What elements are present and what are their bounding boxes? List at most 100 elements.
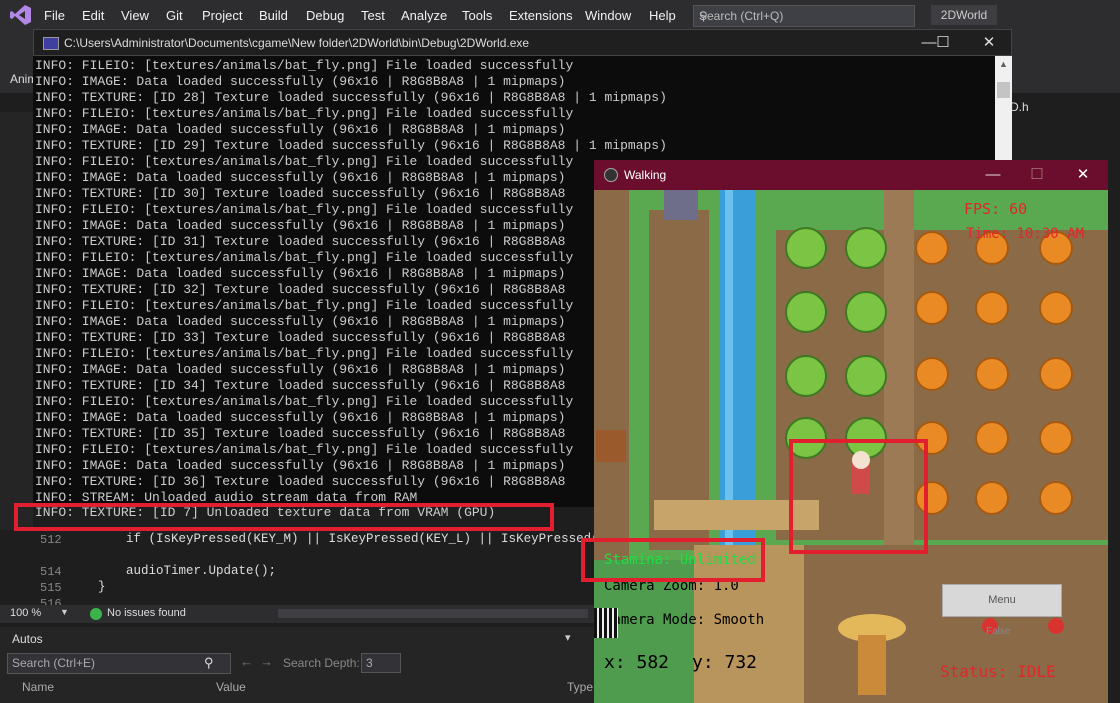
- game-title: Walking: [624, 168, 667, 182]
- fps-counter: FPS: 60: [964, 200, 1028, 218]
- scroll-thumb[interactable]: [997, 82, 1010, 98]
- scroll-up-arrow-icon[interactable]: ▲: [995, 56, 1012, 73]
- code-line: }: [98, 580, 106, 594]
- console-line: INFO: TEXTURE: [ID 32] Texture loaded su…: [35, 282, 566, 297]
- console-line: INFO: IMAGE: Data loaded successfully (9…: [35, 266, 566, 281]
- line-number: 514: [40, 565, 62, 579]
- minimize-button[interactable]: —: [978, 165, 1008, 185]
- console-line: INFO: FILEIO: [textures/animals/bat_fly.…: [35, 442, 574, 457]
- code-line: audioTimer.Update();: [126, 564, 277, 578]
- autos-search-placeholder: Search (Ctrl+E): [12, 656, 96, 670]
- horizontal-scrollbar[interactable]: [278, 609, 588, 618]
- position-y: y: 732: [692, 652, 758, 673]
- forward-arrow-icon[interactable]: →: [260, 654, 273, 669]
- menu-item-extensions[interactable]: Extensions: [509, 8, 573, 23]
- console-line: INFO: TEXTURE: [ID 31] Texture loaded su…: [35, 234, 566, 249]
- menu-button[interactable]: Menu: [942, 584, 1062, 617]
- false-label: False: [986, 626, 1011, 637]
- console-line: INFO: IMAGE: Data loaded successfully (9…: [35, 362, 566, 377]
- menu-item-tools[interactable]: Tools: [462, 8, 492, 23]
- menu-item-view[interactable]: View: [121, 8, 149, 23]
- pin-icon[interactable]: ▾: [565, 631, 571, 644]
- menu-item-debug[interactable]: Debug: [306, 8, 344, 23]
- close-button[interactable]: ✕: [974, 33, 1004, 53]
- console-line: INFO: FILEIO: [textures/animals/bat_fly.…: [35, 346, 574, 361]
- console-lines: INFO: FILEIO: [textures/animals/bat_fly.…: [35, 58, 667, 506]
- console-line: INFO: IMAGE: Data loaded successfully (9…: [35, 170, 566, 185]
- vs-search-box[interactable]: Search (Ctrl+Q) ⚲: [693, 5, 915, 27]
- game-titlebar[interactable]: Walking — ☐ ✕: [594, 160, 1108, 190]
- maximize-button[interactable]: ☐: [928, 33, 958, 53]
- console-title: C:\Users\Administrator\Documents\cgame\N…: [64, 36, 530, 50]
- right-editor-strip: [1012, 112, 1120, 160]
- code-editor[interactable]: 512 if (IsKeyPressed(KEY_M) || IsKeyPres…: [0, 530, 614, 611]
- line-number: 512: [40, 533, 62, 547]
- menu-item-file[interactable]: File: [44, 8, 65, 23]
- console-line: INFO: FILEIO: [textures/animals/bat_fly.…: [35, 58, 574, 73]
- console-line: INFO: FILEIO: [textures/animals/bat_fly.…: [35, 202, 574, 217]
- menu-item-window[interactable]: Window: [585, 8, 631, 23]
- menu-item-build[interactable]: Build: [259, 8, 288, 23]
- console-app-icon: [43, 37, 59, 50]
- back-arrow-icon[interactable]: ←: [240, 654, 253, 669]
- zoom-level[interactable]: 100 %: [10, 607, 41, 619]
- game-app-icon: [604, 168, 618, 182]
- search-depth-value: 3: [366, 656, 373, 670]
- autos-title: Autos: [12, 632, 43, 646]
- console-line: INFO: TEXTURE: [ID 34] Texture loaded su…: [35, 378, 566, 393]
- console-line: INFO: FILEIO: [textures/animals/bat_fly.…: [35, 250, 574, 265]
- highlight-box-stamina: [581, 538, 765, 582]
- console-line: INFO: IMAGE: Data loaded successfully (9…: [35, 218, 566, 233]
- menu-item-analyze[interactable]: Analyze: [401, 8, 447, 23]
- menu-item-test[interactable]: Test: [361, 8, 385, 23]
- console-line: INFO: IMAGE: Data loaded successfully (9…: [35, 122, 566, 137]
- console-line: INFO: FILEIO: [textures/animals/bat_fly.…: [35, 154, 574, 169]
- autos-search-box[interactable]: Search (Ctrl+E) ⚲: [7, 653, 231, 674]
- col-type-header[interactable]: Type: [567, 680, 593, 694]
- console-line: INFO: TEXTURE: [ID 28] Texture loaded su…: [35, 90, 667, 105]
- console-line: INFO: FILEIO: [textures/animals/bat_fly.…: [35, 106, 574, 121]
- camera-mode-display: Camera Mode: Smooth: [604, 612, 765, 628]
- time-display: Time: 10:30 AM: [966, 226, 1085, 242]
- console-line: INFO: TEXTURE: [ID 33] Texture loaded su…: [35, 330, 566, 345]
- console-line: INFO: IMAGE: Data loaded successfully (9…: [35, 458, 566, 473]
- menu-item-edit[interactable]: Edit: [82, 8, 104, 23]
- console-line: INFO: IMAGE: Data loaded successfully (9…: [35, 410, 566, 425]
- highlight-box-player: [789, 439, 928, 554]
- check-icon: [90, 608, 102, 620]
- console-line: INFO: TEXTURE: [ID 30] Texture loaded su…: [35, 186, 566, 201]
- console-line: INFO: IMAGE: Data loaded successfully (9…: [35, 74, 566, 89]
- menu-item-git[interactable]: Git: [166, 8, 183, 23]
- search-icon[interactable]: ⚲: [699, 9, 910, 23]
- line-number: 515: [40, 581, 62, 595]
- maximize-button: ☐: [1030, 166, 1044, 183]
- console-line: INFO: TEXTURE: [ID 29] Texture loaded su…: [35, 138, 667, 153]
- code-line: if (IsKeyPressed(KEY_M) || IsKeyPressed(…: [126, 532, 614, 546]
- chevron-down-icon[interactable]: ▼: [60, 607, 69, 617]
- search-depth-select[interactable]: 3: [361, 653, 401, 673]
- project-name-badge: 2DWorld: [931, 5, 997, 25]
- issues-status[interactable]: No issues found: [107, 607, 186, 619]
- menu-item-help[interactable]: Help: [649, 8, 676, 23]
- close-button[interactable]: ✕: [1068, 165, 1098, 185]
- search-icon[interactable]: ⚲: [204, 655, 214, 671]
- search-depth-label: Search Depth:: [283, 656, 360, 670]
- position-x: x: 582: [604, 652, 670, 673]
- editor-gutter-strip: [0, 112, 33, 532]
- barcode-glyph-icon: [594, 608, 618, 638]
- status-display: Status: IDLE: [940, 662, 1056, 681]
- console-line: INFO: FILEIO: [textures/animals/bat_fly.…: [35, 394, 574, 409]
- console-line: INFO: IMAGE: Data loaded successfully (9…: [35, 314, 566, 329]
- col-name-header[interactable]: Name: [22, 680, 54, 694]
- menu-item-project[interactable]: Project: [202, 8, 242, 23]
- highlight-box-console: [14, 503, 554, 531]
- console-line: INFO: TEXTURE: [ID 35] Texture loaded su…: [35, 426, 566, 441]
- autos-panel: Autos ▾ Search (Ctrl+E) ⚲ ← → Search Dep…: [0, 627, 595, 703]
- console-titlebar[interactable]: C:\Users\Administrator\Documents\cgame\N…: [33, 29, 1012, 56]
- console-line: INFO: TEXTURE: [ID 36] Texture loaded su…: [35, 474, 566, 489]
- console-line: INFO: FILEIO: [textures/animals/bat_fly.…: [35, 298, 574, 313]
- visual-studio-logo-icon: [10, 5, 31, 25]
- editor-status-bar: 100 % ▼ No issues found: [0, 605, 595, 623]
- col-value-header[interactable]: Value: [216, 680, 246, 694]
- vs-menubar: File Edit View Git Project Build Debug Test Anal…: [0, 0, 1120, 31]
